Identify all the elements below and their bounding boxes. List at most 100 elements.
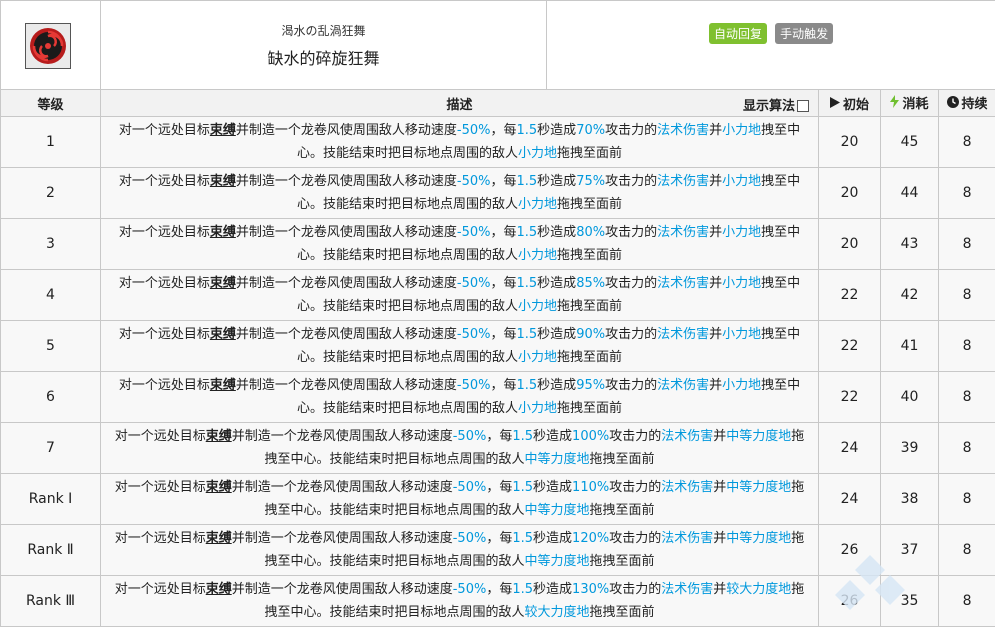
highlight-value: 小力地 — [722, 123, 761, 138]
table-row: Rank Ⅱ对一个远处目标束缚并制造一个龙卷风使周围敌人移动速度-50%，每1.… — [1, 525, 995, 576]
highlight-value: 90% — [576, 327, 605, 342]
clock-icon — [947, 96, 959, 112]
bind-keyword[interactable]: 束缚 — [210, 276, 236, 291]
description-text: 对一个远处目标 — [115, 582, 206, 597]
skill-icon-cell — [1, 1, 101, 90]
description-text: 并制造一个龙卷风使周围敌人移动速度 — [232, 429, 453, 444]
description-text: 攻击力的 — [605, 378, 657, 393]
description-cell: 对一个远处目标束缚并制造一个龙卷风使周围敌人移动速度-50%，每1.5秒造成70… — [101, 117, 819, 168]
highlight-value: 小力地 — [518, 350, 557, 365]
level-cell: 5 — [1, 321, 101, 372]
cost-cell: 40 — [881, 372, 939, 423]
description-text: 对一个远处目标 — [119, 378, 210, 393]
description-text: 对一个远处目标 — [119, 327, 210, 342]
table-row: Rank Ⅰ对一个远处目标束缚并制造一个龙卷风使周围敌人移动速度-50%，每1.… — [1, 474, 995, 525]
highlight-value: 1.5 — [516, 174, 537, 189]
description-text: 拖拽至面前 — [557, 401, 622, 416]
show-algorithm-checkbox[interactable] — [797, 100, 809, 112]
skill-header-row: 渴水の乱渦狂舞 缺水的碎旋狂舞 自动回复 手动触发 — [1, 1, 995, 90]
bind-keyword[interactable]: 束缚 — [206, 480, 232, 495]
description-text: 并制造一个龙卷风使周围敌人移动速度 — [236, 378, 457, 393]
show-algorithm-label: 显示算法 — [743, 99, 795, 114]
description-cell: 对一个远处目标束缚并制造一个龙卷风使周围敌人移动速度-50%，每1.5秒造成85… — [101, 270, 819, 321]
description-text: ，每 — [486, 531, 512, 546]
highlight-value: 1.5 — [512, 582, 533, 597]
highlight-value: 1.5 — [516, 276, 537, 291]
description-text: 秒造成 — [537, 174, 576, 189]
description-text: 拖拽至面前 — [590, 452, 655, 467]
highlight-value: 130% — [572, 582, 609, 597]
description-text: 对一个远处目标 — [119, 225, 210, 240]
bind-keyword[interactable]: 束缚 — [210, 123, 236, 138]
bind-keyword[interactable]: 束缚 — [210, 174, 236, 189]
level-cell: 2 — [1, 168, 101, 219]
highlight-value: 小力地 — [722, 225, 761, 240]
description-text: 攻击力的 — [609, 429, 661, 444]
highlight-value: 中等力度地 — [726, 531, 791, 546]
initial-cell: 20 — [819, 168, 881, 219]
description-text: 攻击力的 — [609, 582, 661, 597]
bind-keyword[interactable]: 束缚 — [210, 378, 236, 393]
highlight-value: -50% — [453, 582, 487, 597]
description-text: 攻击力的 — [605, 225, 657, 240]
sp-cost-header: 消耗 — [881, 90, 939, 117]
cost-cell: 44 — [881, 168, 939, 219]
highlight-value: 小力地 — [518, 197, 557, 212]
description-text: 拖拽至面前 — [557, 350, 622, 365]
description-text: 秒造成 — [537, 123, 576, 138]
highlight-value: 80% — [576, 225, 605, 240]
description-text: ，每 — [490, 225, 516, 240]
highlight-value: 100% — [572, 429, 609, 444]
description-text: ，每 — [490, 123, 516, 138]
highlight-value: -50% — [457, 225, 491, 240]
duration-cell: 8 — [939, 372, 995, 423]
highlight-value: 中等力度地 — [524, 452, 589, 467]
highlight-value: 法术伤害 — [657, 174, 709, 189]
bind-keyword[interactable]: 束缚 — [206, 582, 232, 597]
bind-keyword[interactable]: 束缚 — [206, 531, 232, 546]
description-text: 对一个远处目标 — [119, 276, 210, 291]
highlight-value: 小力地 — [722, 378, 761, 393]
description-text: 攻击力的 — [609, 480, 661, 495]
auto-recovery-tag: 自动回复 — [709, 23, 767, 44]
highlight-value: 1.5 — [516, 378, 537, 393]
description-text: 秒造成 — [533, 429, 572, 444]
play-icon — [830, 97, 840, 112]
level-cell: 7 — [1, 423, 101, 474]
description-cell: 对一个远处目标束缚并制造一个龙卷风使周围敌人移动速度-50%，每1.5秒造成90… — [101, 321, 819, 372]
highlight-value: 110% — [572, 480, 609, 495]
table-row: 2对一个远处目标束缚并制造一个龙卷风使周围敌人移动速度-50%，每1.5秒造成7… — [1, 168, 995, 219]
lightning-icon — [890, 95, 899, 112]
duration-cell: 8 — [939, 321, 995, 372]
description-cell: 对一个远处目标束缚并制造一个龙卷风使周围敌人移动速度-50%，每1.5秒造成12… — [101, 525, 819, 576]
cost-cell: 35 — [881, 576, 939, 627]
bind-keyword[interactable]: 束缚 — [210, 225, 236, 240]
description-text: 攻击力的 — [605, 174, 657, 189]
highlight-value: 75% — [576, 174, 605, 189]
skill-name: 缺水的碎旋狂舞 — [101, 45, 546, 69]
highlight-value: 1.5 — [512, 531, 533, 546]
description-text: 攻击力的 — [605, 123, 657, 138]
highlight-value: 1.5 — [512, 480, 533, 495]
description-text: 拖拽至面前 — [590, 605, 655, 620]
description-text: 并 — [709, 327, 722, 342]
initial-cell: 22 — [819, 321, 881, 372]
bind-keyword[interactable]: 束缚 — [210, 327, 236, 342]
highlight-value: 95% — [576, 378, 605, 393]
description-text: 并 — [709, 378, 722, 393]
highlight-value: 中等力度地 — [726, 429, 791, 444]
duration-cell: 8 — [939, 117, 995, 168]
show-algorithm-toggle[interactable]: 显示算法 — [743, 95, 809, 114]
duration-cell: 8 — [939, 474, 995, 525]
cost-cell: 38 — [881, 474, 939, 525]
description-text: 并制造一个龙卷风使周围敌人移动速度 — [232, 531, 453, 546]
bind-keyword[interactable]: 束缚 — [206, 429, 232, 444]
highlight-value: 小力地 — [722, 327, 761, 342]
table-row: Rank Ⅲ对一个远处目标束缚并制造一个龙卷风使周围敌人移动速度-50%，每1.… — [1, 576, 995, 627]
description-text: 秒造成 — [537, 225, 576, 240]
duration-cell: 8 — [939, 423, 995, 474]
description-text: 并制造一个龙卷风使周围敌人移动速度 — [236, 327, 457, 342]
highlight-value: -50% — [453, 531, 487, 546]
description-text: 秒造成 — [533, 480, 572, 495]
manual-trigger-tag: 手动触发 — [775, 23, 833, 44]
